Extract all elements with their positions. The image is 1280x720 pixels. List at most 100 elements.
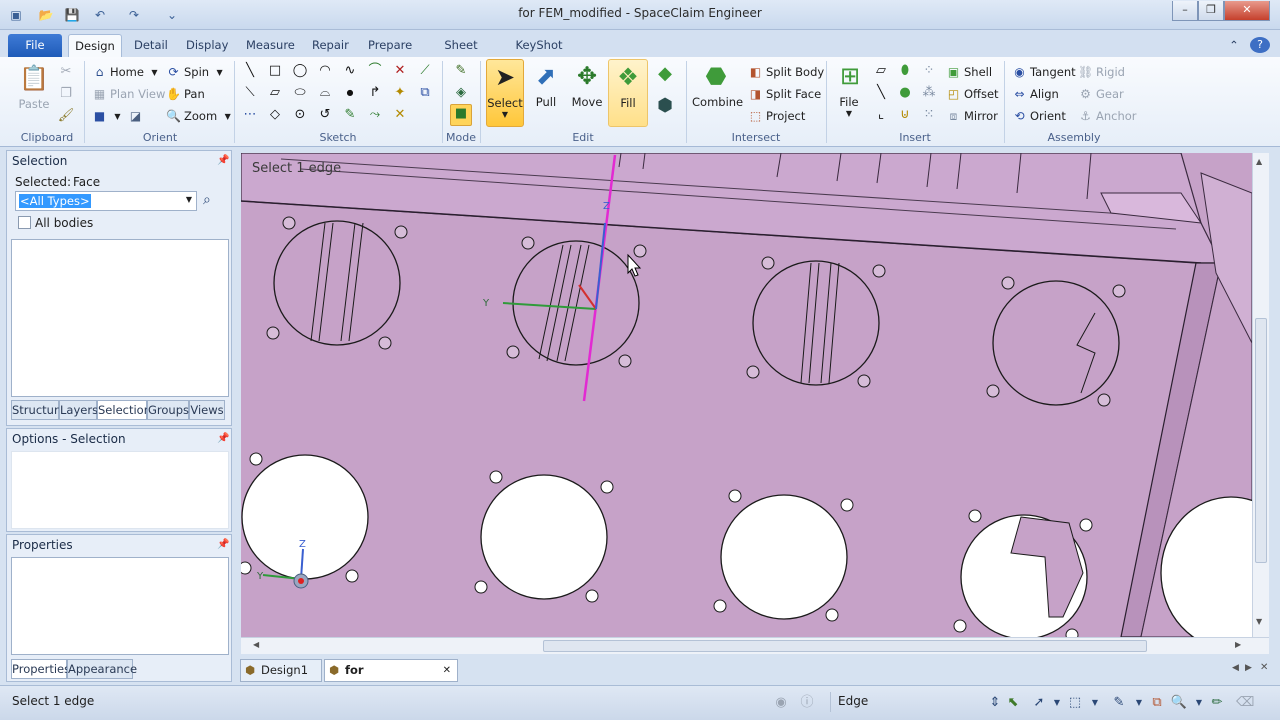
layers-icon[interactable]: ⧉ — [1148, 694, 1166, 712]
status-info-icon[interactable]: ⓘ — [798, 694, 816, 712]
sketch-pencil-icon[interactable]: ✎ — [341, 106, 359, 124]
spline-icon[interactable]: ∿ — [341, 62, 359, 80]
select-tool-button[interactable]: ➤ Select ▼ — [486, 59, 524, 127]
polygon-icon[interactable]: ▱ — [266, 84, 284, 102]
sketch-line-icon[interactable]: ✎ — [1110, 694, 1128, 712]
plan-view-button[interactable]: ▦ Plan View — [92, 84, 166, 104]
close-button[interactable]: ✕ — [1224, 1, 1270, 21]
align-button[interactable]: ⇔ Align — [1012, 84, 1058, 104]
doc-tab-nav-left-icon[interactable]: ◀ — [1232, 663, 1239, 673]
tangent-button[interactable]: ◉ Tangent — [1012, 62, 1075, 82]
vertical-scrollbar[interactable]: ▲ ▼ — [1252, 153, 1269, 637]
3d-mode-icon[interactable]: ■ — [450, 104, 472, 126]
bend-icon[interactable]: ⤳ — [366, 106, 384, 124]
pull-tool-button[interactable]: ⬈ Pull — [528, 59, 564, 109]
sphere-icon[interactable]: ● — [896, 84, 914, 102]
tab-appearance[interactable]: Appearance — [67, 659, 137, 679]
doc-tab-nav-right-icon[interactable]: ▶ — [1245, 663, 1252, 673]
doc-tab-for-fem-modified[interactable]: ⬢ for FEM_modified* ✕ — [324, 659, 458, 698]
pan-button[interactable]: ✋ Pan — [166, 84, 205, 104]
search-icon[interactable]: ⌕ — [203, 192, 211, 208]
3d-viewport[interactable]: Y Z Y Z Select 1 edge — [241, 153, 1252, 637]
type-filter-dropdown[interactable]: <All Types> ▼ — [15, 191, 197, 211]
split-line-icon[interactable]: ✕ — [391, 106, 409, 124]
select-filter-icon[interactable]: ⬉ — [1004, 694, 1022, 712]
restore-button[interactable]: ❐ — [1198, 1, 1224, 21]
point-icon[interactable]: ● — [341, 84, 359, 102]
scroll-left-icon[interactable]: ◀ — [253, 640, 259, 649]
vertical-scroll-thumb[interactable] — [1255, 318, 1267, 563]
scroll-down-icon[interactable]: ▼ — [1256, 617, 1262, 626]
pin-icon[interactable]: 📌 — [217, 433, 229, 444]
three-point-arc-icon[interactable]: ⌓ — [316, 84, 334, 102]
model-canvas[interactable]: Y Z Y Z — [241, 153, 1252, 637]
status-stop-icon[interactable]: ◉ — [772, 694, 790, 712]
pin-icon[interactable]: 📌 — [217, 155, 229, 166]
box-select-icon[interactable]: ⬚ — [1066, 694, 1084, 712]
minimize-ribbon-icon[interactable]: ⌃ — [1224, 34, 1244, 57]
tab-repair[interactable]: Repair — [306, 34, 352, 57]
combine-button[interactable]: ⬣ Combine — [692, 59, 743, 109]
fill-pattern-icon[interactable]: ⁙ — [920, 106, 938, 124]
chevron-down-icon[interactable]: ▼ — [1086, 694, 1104, 712]
construction-line-icon[interactable]: ⋯ — [241, 106, 259, 124]
circular-pattern-icon[interactable]: ⁂ — [920, 84, 938, 102]
gear-button[interactable]: ⚙ Gear — [1078, 84, 1124, 104]
cursor-select-icon[interactable]: ➚ — [1030, 694, 1048, 712]
rigid-button[interactable]: ⛓ Rigid — [1078, 62, 1125, 82]
zoom-button[interactable]: 🔍 Zoom ▼ — [166, 106, 235, 126]
tab-structure[interactable]: Structure — [11, 400, 66, 420]
ellipse-icon[interactable]: ⬭ — [291, 84, 309, 102]
move-tool-button[interactable]: ✥ Move — [568, 59, 606, 109]
tab-views[interactable]: Views — [189, 400, 225, 420]
paste-button[interactable]: 📋 Paste — [14, 61, 54, 111]
split-body-button[interactable]: ◧ Split Body — [748, 62, 824, 82]
selection-mode-field[interactable]: Edge — [830, 692, 970, 712]
tab-prepare[interactable]: Prepare — [362, 34, 414, 57]
cylinder-icon[interactable]: ⬮ — [896, 62, 914, 80]
tab-detail[interactable]: Detail — [128, 34, 172, 57]
chevron-down-icon[interactable]: ▼ — [1190, 694, 1208, 712]
project-button[interactable]: ⬚ Project — [748, 106, 806, 126]
trim-icon[interactable]: ✕ — [391, 62, 409, 80]
sweep-arc-icon[interactable]: ↱ — [366, 84, 384, 102]
offset-curve-icon[interactable]: ⟋ — [416, 62, 434, 80]
minimize-button[interactable]: – — [1172, 1, 1198, 21]
three-point-rect-icon[interactable]: ◇ — [266, 106, 284, 124]
home-button[interactable]: ⌂ Home ▼ — [92, 62, 162, 82]
tab-groups[interactable]: Groups — [147, 400, 189, 420]
tab-measure[interactable]: Measure — [240, 34, 296, 57]
horizontal-scrollbar[interactable]: ◀ ▶ — [241, 637, 1269, 654]
chevron-down-icon[interactable]: ▼ — [1048, 694, 1066, 712]
eraser-icon[interactable]: ⌫ — [1236, 694, 1254, 712]
orient-assembly-button[interactable]: ⟲ Orient — [1012, 106, 1065, 126]
rectangle-icon[interactable]: □ — [266, 62, 284, 80]
sketch-mode-icon[interactable]: ✎ — [452, 62, 470, 80]
scroll-right-icon[interactable]: ▶ — [1235, 640, 1241, 649]
all-bodies-checkbox[interactable] — [18, 216, 31, 229]
cut-icon[interactable]: ✂ — [57, 63, 75, 81]
spin-arrows-icon[interactable]: ⇕ — [986, 694, 1004, 712]
tab-file[interactable]: File — [8, 34, 62, 57]
mirror-button[interactable]: ⧈ Mirror — [946, 106, 998, 126]
copy-icon[interactable]: ❐ — [57, 85, 75, 103]
circle-icon[interactable]: ◯ — [291, 62, 309, 80]
pencil-icon[interactable]: ✏ — [1208, 694, 1226, 712]
insert-file-button[interactable]: ⊞ File ▼ — [832, 59, 866, 118]
arc-icon[interactable]: ◠ — [316, 62, 334, 80]
fill-tool-button[interactable]: ❖ Fill — [608, 59, 648, 127]
tab-sheet-metal[interactable]: Sheet Metal — [426, 34, 496, 74]
scroll-up-icon[interactable]: ▲ — [1256, 157, 1262, 166]
doc-close-all-icon[interactable]: ✕ — [1260, 662, 1268, 673]
spin-button[interactable]: ⟳ Spin ▼ — [166, 62, 227, 82]
close-tab-icon[interactable]: ✕ — [443, 660, 451, 681]
three-point-circle-icon[interactable]: ⊙ — [291, 106, 309, 124]
tab-properties[interactable]: Properties — [11, 659, 70, 679]
offset-button[interactable]: ◰ Offset — [946, 84, 999, 104]
selection-list[interactable] — [11, 239, 229, 397]
zoom-status-icon[interactable]: 🔍 — [1170, 694, 1188, 712]
tab-keyshot[interactable]: KeyShot 4 — [508, 34, 570, 74]
format-painter-icon[interactable]: 🖌 — [57, 107, 75, 125]
tangent-circle-icon[interactable]: ↺ — [316, 106, 334, 124]
tab-selection[interactable]: Selection — [97, 400, 151, 420]
